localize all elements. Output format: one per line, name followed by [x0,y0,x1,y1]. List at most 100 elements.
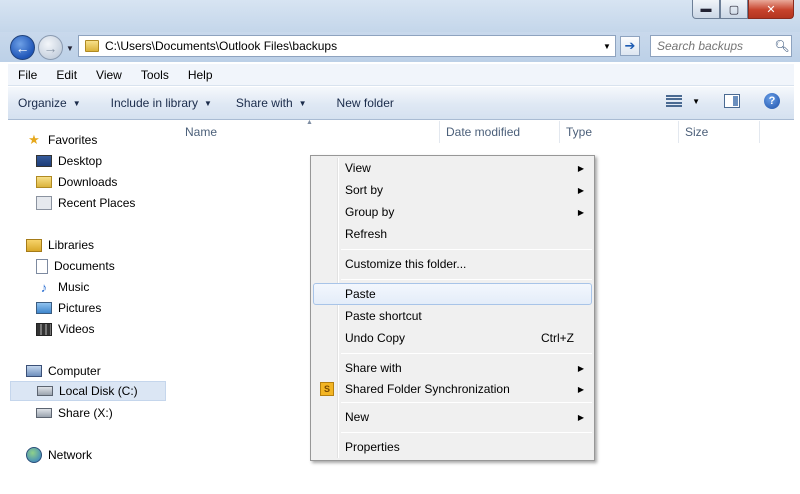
menu-item-share-with[interactable]: Share with ▶ [313,357,592,379]
submenu-arrow-icon: ▶ [577,384,584,394]
sidebar-item-label: Recent Places [58,196,136,210]
menu-bar: File Edit View Tools Help [8,64,794,86]
menu-item-view[interactable]: View ▶ [313,157,592,179]
sidebar-item-label: Desktop [58,154,103,168]
menu-item-label: Refresh [345,227,388,241]
column-header-row: ▲ Name Date modified Type Size [170,119,794,143]
downloads-folder-icon [36,176,52,188]
menu-item-undo-copy[interactable]: Undo Copy Ctrl+Z [313,327,592,349]
change-view-icon[interactable] [666,94,683,108]
menu-edit[interactable]: Edit [46,68,86,82]
go-button[interactable]: ➔ [620,36,640,56]
sidebar-item-computer[interactable]: Computer [8,361,101,381]
submenu-arrow-icon: ▶ [577,185,584,195]
chevron-down-icon: ▼ [298,98,307,108]
menu-item-paste-shortcut[interactable]: Paste shortcut [313,305,592,327]
address-dropdown-icon[interactable]: ▼ [599,42,615,51]
menu-item-label: Properties [345,440,400,454]
maximize-button[interactable]: ▢ [720,0,748,19]
preview-pane-icon[interactable] [724,94,740,108]
network-drive-icon [36,408,52,418]
column-header-size[interactable]: Size [679,121,760,143]
menu-separator [341,402,592,403]
sidebar-item-label: Pictures [58,301,102,315]
sidebar-item-videos[interactable]: Videos [8,319,94,339]
menu-item-new[interactable]: New ▶ [313,406,592,428]
organize-label: Organize [18,96,67,110]
menu-item-refresh[interactable]: Refresh [313,223,592,245]
menu-item-properties[interactable]: Properties [313,436,592,458]
menu-item-label: Sort by [345,183,384,197]
sidebar-item-label: Local Disk (C:) [59,384,138,398]
computer-icon [26,365,42,377]
title-bar: ▬ ▢ ✕ [0,0,800,32]
menu-separator [341,353,592,354]
sidebar-item-pictures[interactable]: Pictures [8,298,101,318]
menu-item-label: Share with [345,361,402,375]
column-header-name[interactable]: Name [179,121,440,143]
menu-help[interactable]: Help [178,68,222,82]
minimize-button[interactable]: ▬ [692,0,720,19]
close-button[interactable]: ✕ [748,0,794,19]
folder-icon [85,40,99,52]
menu-separator [341,279,592,280]
search-icon[interactable]: 🔍︎ [773,39,791,53]
menu-item-label: New [345,410,370,424]
column-header-date-modified[interactable]: Date modified [440,121,560,143]
sidebar-item-network[interactable]: Network [8,445,92,465]
menu-item-label: View [345,161,371,175]
search-box[interactable]: 🔍︎ [650,35,792,57]
share-with-button[interactable]: Share with ▼ [227,96,316,110]
menu-item-label: Group by [345,205,395,219]
sidebar-item-label: Documents [54,259,115,273]
sidebar-item-label: Network [48,448,93,462]
sidebar-item-label: Downloads [58,175,118,189]
sidebar-item-libraries[interactable]: Libraries [8,235,94,255]
forward-button[interactable]: → [38,35,63,60]
back-button[interactable]: ← [10,35,35,60]
menu-separator [341,432,592,433]
column-label: Size [685,125,709,139]
address-bar[interactable]: C:\Users\Documents\Outlook Files\backups… [78,35,616,57]
menu-item-label: Undo Copy [345,331,406,345]
sidebar-item-label: Favorites [48,133,98,147]
sidebar-item-desktop[interactable]: Desktop [8,151,102,171]
search-input[interactable] [657,39,773,53]
new-folder-button[interactable]: New folder [328,96,403,110]
sidebar-item-documents[interactable]: Documents [8,256,115,276]
sidebar-item-recent-places[interactable]: Recent Places [8,193,135,213]
music-note-icon: ♪ [40,279,48,295]
menu-view[interactable]: View [86,68,131,82]
menu-item-paste[interactable]: Paste [313,283,592,305]
film-strip-icon [36,322,52,336]
desktop-icon [36,155,52,167]
column-header-type[interactable]: Type [560,121,679,143]
column-label: Type [566,125,593,139]
network-globe-icon [26,447,42,463]
chevron-down-icon[interactable]: ▼ [692,97,700,106]
organize-button[interactable]: Organize ▼ [8,96,90,110]
help-icon[interactable]: ? [764,93,780,109]
sidebar-item-downloads[interactable]: Downloads [8,172,117,192]
recent-pages-dropdown-icon[interactable]: ▼ [66,44,74,53]
include-in-library-label: Include in library [110,96,198,110]
menu-item-shared-folder-sync[interactable]: S Shared Folder Synchronization ▶ [313,378,592,400]
sidebar-item-music[interactable]: ♪ Music [8,277,90,297]
sidebar-item-local-disk[interactable]: Local Disk (C:) [10,381,166,401]
menu-item-customize-folder[interactable]: Customize this folder... [313,253,592,275]
command-bar: Organize ▼ Include in library ▼ Share wi… [8,87,794,120]
menu-item-label: Customize this folder... [345,257,467,271]
shortcut-label: Ctrl+Z [541,331,574,345]
menu-file[interactable]: File [8,68,46,82]
sidebar-item-share[interactable]: Share (X:) [8,403,113,423]
include-in-library-button[interactable]: Include in library ▼ [102,96,221,110]
sidebar-item-label: Videos [58,322,95,336]
menu-tools[interactable]: Tools [131,68,178,82]
menu-separator [341,249,592,250]
menu-item-group-by[interactable]: Group by ▶ [313,201,592,223]
sidebar-item-favorites[interactable]: ★ Favorites [8,130,97,150]
chevron-down-icon: ▼ [204,98,212,108]
menu-item-sort-by[interactable]: Sort by ▶ [313,179,592,201]
star-icon: ★ [28,132,40,147]
address-path[interactable]: C:\Users\Documents\Outlook Files\backups [105,39,599,53]
